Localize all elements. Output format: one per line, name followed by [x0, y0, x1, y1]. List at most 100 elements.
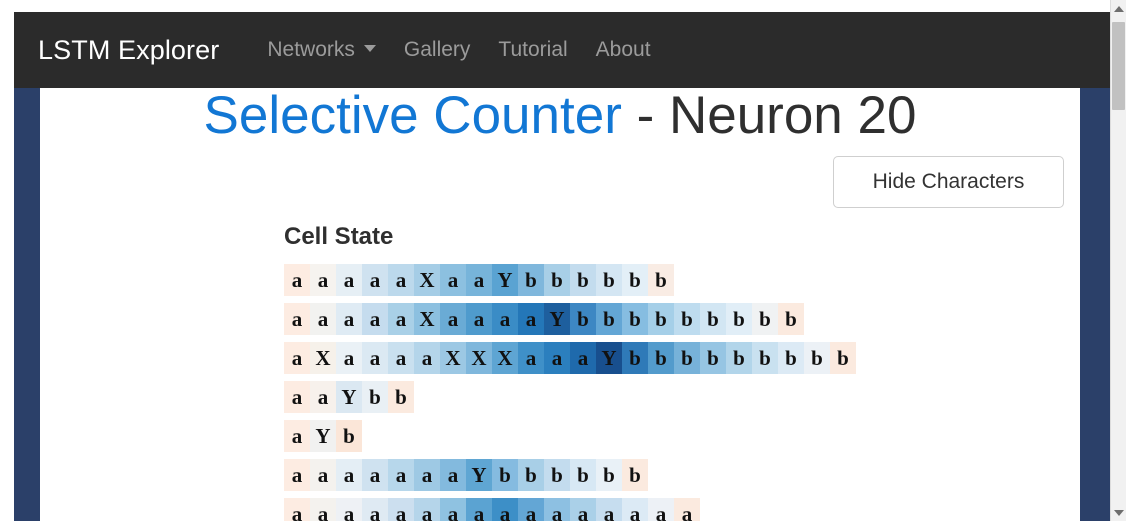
cell-state-char[interactable]: X: [310, 342, 336, 374]
cell-state-char[interactable]: a: [388, 459, 414, 491]
cell-state-char[interactable]: b: [778, 303, 804, 335]
cell-state-char[interactable]: a: [284, 342, 310, 374]
cell-state-char[interactable]: b: [830, 342, 856, 374]
cell-state-char[interactable]: a: [284, 420, 310, 452]
cell-state-char[interactable]: a: [674, 498, 700, 521]
cell-state-char[interactable]: a: [362, 264, 388, 296]
scroll-up-button[interactable]: [1111, 0, 1126, 17]
cell-state-char[interactable]: a: [466, 498, 492, 521]
cell-state-char[interactable]: b: [388, 381, 414, 413]
cell-state-char[interactable]: b: [674, 303, 700, 335]
cell-state-char[interactable]: X: [466, 342, 492, 374]
cell-state-char[interactable]: b: [648, 342, 674, 374]
cell-state-char[interactable]: a: [492, 303, 518, 335]
cell-state-char[interactable]: a: [492, 498, 518, 521]
cell-state-char[interactable]: a: [336, 498, 362, 521]
cell-state-char[interactable]: a: [414, 498, 440, 521]
cell-state-char[interactable]: a: [362, 303, 388, 335]
cell-state-char[interactable]: a: [518, 303, 544, 335]
cell-state-char[interactable]: X: [414, 264, 440, 296]
cell-state-char[interactable]: b: [596, 264, 622, 296]
cell-state-char[interactable]: b: [726, 342, 752, 374]
cell-state-char[interactable]: b: [648, 303, 674, 335]
cell-state-char[interactable]: b: [570, 459, 596, 491]
cell-state-char[interactable]: a: [362, 459, 388, 491]
cell-state-char[interactable]: a: [440, 303, 466, 335]
cell-state-char[interactable]: a: [362, 342, 388, 374]
scrollbar-thumb[interactable]: [1112, 22, 1125, 110]
cell-state-char[interactable]: b: [622, 459, 648, 491]
cell-state-char[interactable]: a: [466, 264, 492, 296]
cell-state-char[interactable]: b: [700, 342, 726, 374]
cell-state-char[interactable]: X: [440, 342, 466, 374]
cell-state-char[interactable]: a: [284, 381, 310, 413]
cell-state-char[interactable]: b: [544, 264, 570, 296]
cell-state-char[interactable]: a: [570, 342, 596, 374]
cell-state-char[interactable]: b: [518, 459, 544, 491]
nav-item-about[interactable]: About: [582, 38, 665, 62]
cell-state-char[interactable]: a: [310, 381, 336, 413]
cell-state-char[interactable]: a: [544, 342, 570, 374]
cell-state-char[interactable]: a: [336, 459, 362, 491]
cell-state-char[interactable]: a: [440, 459, 466, 491]
cell-state-char[interactable]: a: [622, 498, 648, 521]
cell-state-char[interactable]: b: [648, 264, 674, 296]
cell-state-char[interactable]: a: [310, 264, 336, 296]
cell-state-char[interactable]: a: [310, 459, 336, 491]
cell-state-char[interactable]: b: [336, 420, 362, 452]
cell-state-char[interactable]: a: [414, 342, 440, 374]
cell-state-char[interactable]: Y: [310, 420, 336, 452]
cell-state-char[interactable]: a: [596, 498, 622, 521]
cell-state-char[interactable]: a: [544, 498, 570, 521]
cell-state-char[interactable]: a: [310, 303, 336, 335]
cell-state-char[interactable]: X: [492, 342, 518, 374]
cell-state-char[interactable]: a: [440, 264, 466, 296]
cell-state-char[interactable]: a: [388, 264, 414, 296]
cell-state-char[interactable]: b: [596, 303, 622, 335]
cell-state-char[interactable]: a: [414, 459, 440, 491]
cell-state-char[interactable]: a: [388, 303, 414, 335]
cell-state-char[interactable]: a: [284, 303, 310, 335]
cell-state-char[interactable]: b: [752, 342, 778, 374]
cell-state-char[interactable]: a: [284, 498, 310, 521]
cell-state-char[interactable]: Y: [466, 459, 492, 491]
cell-state-char[interactable]: b: [596, 459, 622, 491]
cell-state-char[interactable]: b: [622, 303, 648, 335]
cell-state-char[interactable]: a: [336, 342, 362, 374]
cell-state-char[interactable]: a: [388, 498, 414, 521]
cell-state-char[interactable]: b: [362, 381, 388, 413]
cell-state-char[interactable]: b: [570, 264, 596, 296]
nav-item-gallery[interactable]: Gallery: [390, 38, 485, 62]
hide-characters-button[interactable]: Hide Characters: [833, 156, 1064, 208]
brand-logo[interactable]: LSTM Explorer: [38, 35, 219, 66]
cell-state-char[interactable]: b: [492, 459, 518, 491]
cell-state-char[interactable]: b: [778, 342, 804, 374]
cell-state-char[interactable]: a: [362, 498, 388, 521]
cell-state-char[interactable]: Y: [492, 264, 518, 296]
cell-state-char[interactable]: b: [622, 264, 648, 296]
cell-state-char[interactable]: X: [414, 303, 440, 335]
cell-state-char[interactable]: b: [700, 303, 726, 335]
cell-state-char[interactable]: a: [518, 342, 544, 374]
cell-state-char[interactable]: a: [388, 342, 414, 374]
cell-state-char[interactable]: a: [648, 498, 674, 521]
cell-state-char[interactable]: b: [570, 303, 596, 335]
cell-state-char[interactable]: Y: [336, 381, 362, 413]
nav-item-tutorial[interactable]: Tutorial: [484, 38, 581, 62]
cell-state-char[interactable]: b: [804, 342, 830, 374]
cell-state-char[interactable]: Y: [596, 342, 622, 374]
cell-state-char[interactable]: a: [466, 303, 492, 335]
scroll-down-button[interactable]: [1111, 504, 1126, 521]
cell-state-char[interactable]: b: [518, 264, 544, 296]
cell-state-char[interactable]: a: [310, 498, 336, 521]
cell-state-char[interactable]: a: [336, 264, 362, 296]
cell-state-char[interactable]: b: [674, 342, 700, 374]
cell-state-char[interactable]: a: [284, 264, 310, 296]
cell-state-char[interactable]: a: [336, 303, 362, 335]
cell-state-char[interactable]: a: [284, 459, 310, 491]
nav-item-networks[interactable]: Networks: [253, 38, 390, 62]
cell-state-char[interactable]: a: [518, 498, 544, 521]
cell-state-char[interactable]: a: [570, 498, 596, 521]
cell-state-char[interactable]: b: [622, 342, 648, 374]
cell-state-char[interactable]: b: [544, 459, 570, 491]
